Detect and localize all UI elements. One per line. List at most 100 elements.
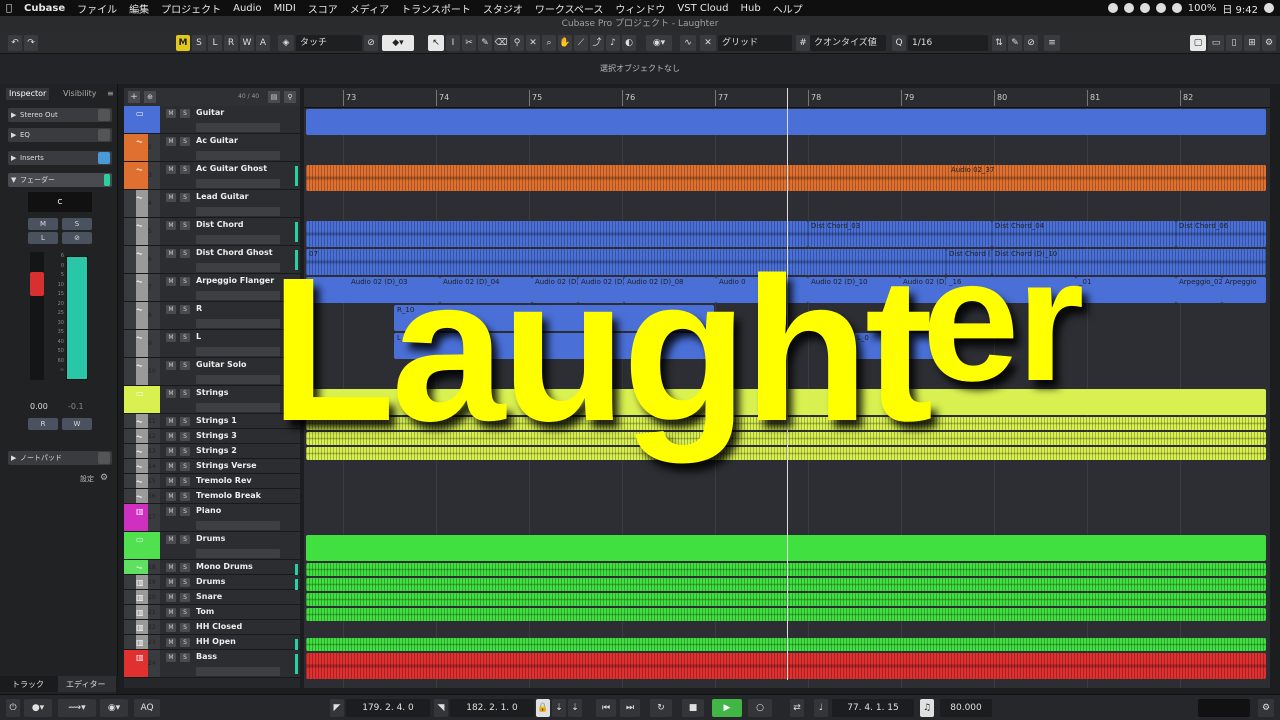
track-controls[interactable]: [196, 521, 280, 530]
right-locator-value[interactable]: 182. 2. 1. 0: [450, 699, 534, 717]
track-mute-button[interactable]: M: [166, 507, 176, 516]
track-controls[interactable]: [196, 347, 280, 356]
quantize-panel-icon[interactable]: ≡: [1044, 35, 1060, 51]
track-controls[interactable]: [196, 179, 280, 188]
track-mute-button[interactable]: M: [166, 563, 176, 572]
solo-mode-button[interactable]: S: [192, 35, 206, 51]
menu-midi[interactable]: MIDI: [268, 3, 302, 14]
track-row[interactable]: ⏦ 15 M S Tremolo Rev: [124, 474, 300, 489]
track-row[interactable]: ⏦ 9 M S L: [124, 330, 300, 358]
track-name[interactable]: Bass: [196, 652, 217, 661]
mute-tool-icon[interactable]: ✕: [526, 35, 540, 51]
track-controls[interactable]: [196, 263, 280, 272]
audio-event[interactable]: [306, 417, 1266, 430]
audio-event[interactable]: Audio 02 (D): [578, 277, 624, 303]
snap-icon[interactable]: ∿: [680, 35, 696, 51]
track-mute-button[interactable]: M: [166, 137, 176, 146]
snap-toggle-icon[interactable]: ✕: [700, 35, 716, 51]
audio-event[interactable]: Dist Chord (D)_10: [992, 249, 1266, 275]
track-controls[interactable]: [196, 151, 280, 160]
menu-help[interactable]: ヘルプ: [767, 1, 809, 16]
project-cursor[interactable]: [787, 88, 788, 680]
track-name[interactable]: Lead Guitar: [196, 192, 249, 201]
tempo-track-icon[interactable]: ♫: [920, 699, 934, 717]
sync-icon[interactable]: [1155, 3, 1166, 13]
track-solo-button[interactable]: S: [180, 608, 190, 617]
track-name[interactable]: Tom: [196, 607, 214, 616]
punch-out-icon[interactable]: ⇣: [568, 699, 582, 717]
search-icon[interactable]: ⚲: [284, 91, 296, 103]
transport-settings-icon[interactable]: ⚙: [1258, 699, 1274, 717]
right-zone-icon[interactable]: ▯: [1226, 35, 1242, 51]
track-row[interactable]: ⏦ 6 M S Dist Chord Ghost: [124, 246, 300, 274]
apple-menu-icon[interactable]: : [0, 3, 18, 14]
volume-value[interactable]: 0.00: [30, 402, 48, 411]
iterative-quantize-icon[interactable]: ⇅: [992, 35, 1006, 51]
audio-event[interactable]: Dist Chord (: [946, 249, 992, 275]
audio-event[interactable]: Arpeggio: [1222, 277, 1266, 303]
add-track-icon[interactable]: +: [128, 91, 140, 103]
audio-event[interactable]: _16: [946, 277, 1076, 303]
object-select-tool-icon[interactable]: ↖: [428, 35, 444, 51]
draw-tool-icon[interactable]: ✎: [478, 35, 492, 51]
read-mode-button[interactable]: R: [224, 35, 238, 51]
audio-event[interactable]: [306, 578, 1266, 591]
quantize-value-dropdown[interactable]: 1/16: [908, 35, 988, 51]
constrain-icon[interactable]: ⊘: [364, 35, 378, 51]
audio-event[interactable]: 07: [306, 249, 946, 275]
undo-icon[interactable]: ↶: [8, 35, 22, 51]
audio-event[interactable]: [306, 432, 1266, 445]
track-mute-button[interactable]: M: [166, 462, 176, 471]
audio-event[interactable]: Dist Chord_03: [808, 221, 992, 247]
track-mute-button[interactable]: M: [166, 653, 176, 662]
track-row[interactable]: ⏦ 12 M S Strings 3: [124, 429, 300, 444]
track-row[interactable]: ⏦ 7 M S Arpeggio Flanger: [124, 274, 300, 302]
track-solo-button[interactable]: S: [180, 477, 190, 486]
track-mute-button[interactable]: M: [166, 623, 176, 632]
wifi-icon[interactable]: [1171, 3, 1182, 13]
track-row[interactable]: ▭ M S Drums: [124, 532, 300, 560]
audio-event[interactable]: [306, 563, 1266, 576]
grid-icon[interactable]: #: [796, 35, 810, 51]
track-controls[interactable]: [196, 403, 280, 412]
listen-button[interactable]: L: [28, 232, 58, 244]
left-locator-icon[interactable]: ◤: [330, 699, 344, 717]
track-name[interactable]: Piano: [196, 506, 221, 515]
track-solo-button[interactable]: S: [180, 492, 190, 501]
audio-event[interactable]: [306, 447, 1266, 460]
track-row[interactable]: ⏦ 8 M S R: [124, 302, 300, 330]
track-mute-button[interactable]: M: [166, 389, 176, 398]
notepad-icon[interactable]: [98, 452, 110, 464]
track-solo-button[interactable]: S: [180, 462, 190, 471]
tab-inspector[interactable]: Inspector: [6, 88, 50, 100]
dropbox-icon[interactable]: [1139, 3, 1150, 13]
split-tool-icon[interactable]: ✂: [462, 35, 476, 51]
track-controls[interactable]: [196, 291, 280, 300]
track-name[interactable]: Mono Drums: [196, 562, 253, 571]
track-name[interactable]: L: [196, 332, 201, 341]
track-mute-button[interactable]: M: [166, 361, 176, 370]
fader-section[interactable]: ▼ フェーダー: [8, 173, 112, 187]
track-row[interactable]: ▥ 21 M S Tom: [124, 605, 300, 620]
write-button[interactable]: W: [62, 418, 92, 430]
menu-project[interactable]: プロジェクト: [155, 1, 227, 16]
track-solo-button[interactable]: S: [180, 507, 190, 516]
audio-event[interactable]: L_01: [394, 333, 714, 359]
quantize-settings-icon[interactable]: ⊘: [1024, 35, 1038, 51]
track-solo-button[interactable]: S: [180, 165, 190, 174]
tab-editor[interactable]: エディター: [58, 676, 116, 692]
spotlight-icon[interactable]: [1264, 3, 1274, 13]
hand-tool-icon[interactable]: ✋: [558, 35, 572, 51]
track-name[interactable]: Drums: [196, 577, 225, 586]
track-name[interactable]: Snare: [196, 592, 222, 601]
aq-button[interactable]: AQ: [134, 699, 160, 717]
comp-tool-icon[interactable]: ◐: [622, 35, 636, 51]
track-mute-button[interactable]: M: [166, 593, 176, 602]
punch-in-icon[interactable]: ⇣: [552, 699, 566, 717]
track-name[interactable]: Strings 2: [196, 446, 237, 455]
record-icon[interactable]: ○: [748, 699, 772, 717]
track-name[interactable]: Drums: [196, 534, 225, 543]
track-mute-button[interactable]: M: [166, 578, 176, 587]
audio-event[interactable]: [306, 608, 1266, 621]
left-zone-icon[interactable]: ▢: [1190, 35, 1206, 51]
